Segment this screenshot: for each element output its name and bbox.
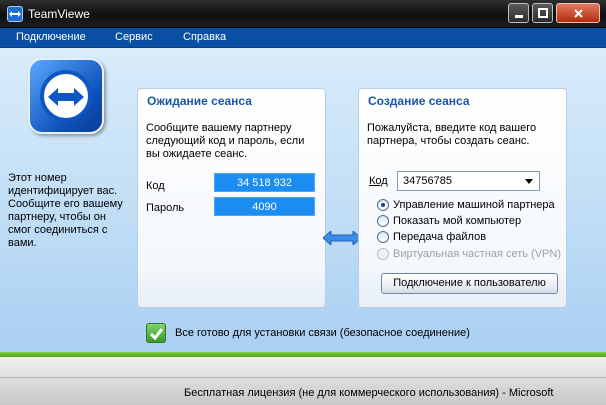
chevron-down-icon[interactable] xyxy=(525,179,533,184)
radio-show-my-computer-indicator[interactable] xyxy=(377,215,389,227)
menu-help[interactable]: Справка xyxy=(183,31,226,43)
bidirectional-arrow-icon xyxy=(323,231,361,245)
my-id-value[interactable]: 34 518 932 xyxy=(214,173,315,192)
id-info-text: Этот номер идентифицирует вас. Сообщите … xyxy=(8,172,123,249)
radio-show-my-computer-label[interactable]: Показать мой компьютер xyxy=(393,215,521,227)
radio-file-transfer-indicator[interactable] xyxy=(377,231,389,243)
radio-vpn-label: Виртуальная частная сеть (VPN) xyxy=(393,248,561,260)
wait-session-title: Ожидание сеанса xyxy=(147,94,252,108)
partner-id-label: Код xyxy=(369,175,388,187)
menu-bar: Подключение Сервис Справка xyxy=(0,28,606,48)
radio-vpn-indicator xyxy=(377,248,389,260)
checkmark-icon xyxy=(146,323,166,343)
password-value[interactable]: 4090 xyxy=(214,197,315,216)
wait-session-description: Сообщите вашему партнеру следующий код и… xyxy=(146,122,305,160)
partner-id-combobox[interactable]: 34756785 xyxy=(397,171,540,191)
footer-strip xyxy=(0,357,606,377)
license-text: Бесплатная лицензия (не для коммерческог… xyxy=(184,387,554,399)
radio-remote-control-label[interactable]: Управление машиной партнера xyxy=(393,199,555,211)
window-title: TeamViewe xyxy=(28,7,90,21)
password-label: Пароль xyxy=(146,202,185,214)
menu-connection[interactable]: Подключение xyxy=(16,31,86,43)
teamviewer-logo-icon xyxy=(28,58,104,134)
maximize-button[interactable] xyxy=(532,3,553,23)
my-id-label: Код xyxy=(146,180,165,192)
partner-id-value: 34756785 xyxy=(403,175,452,187)
license-footer: Бесплатная лицензия (не для коммерческог… xyxy=(0,377,606,405)
title-bar: TeamViewe xyxy=(0,0,606,28)
create-session-description: Пожалуйста, введите код вашего партнера,… xyxy=(367,122,537,147)
radio-remote-control-indicator[interactable] xyxy=(377,199,389,211)
create-session-title: Создание сеанса xyxy=(368,94,470,108)
menu-service[interactable]: Сервис xyxy=(115,31,153,43)
radio-file-transfer-label[interactable]: Передача файлов xyxy=(393,231,486,243)
teamviewer-app-icon xyxy=(7,6,23,22)
close-button[interactable] xyxy=(556,3,600,23)
minimize-button[interactable] xyxy=(508,3,529,23)
connect-to-partner-button[interactable]: Подключение к пользователю xyxy=(381,273,558,294)
connection-status-text: Все готово для установки связи (безопасн… xyxy=(175,327,470,339)
wait-session-panel: Ожидание сеанса Сообщите вашему партнеру… xyxy=(137,88,326,308)
